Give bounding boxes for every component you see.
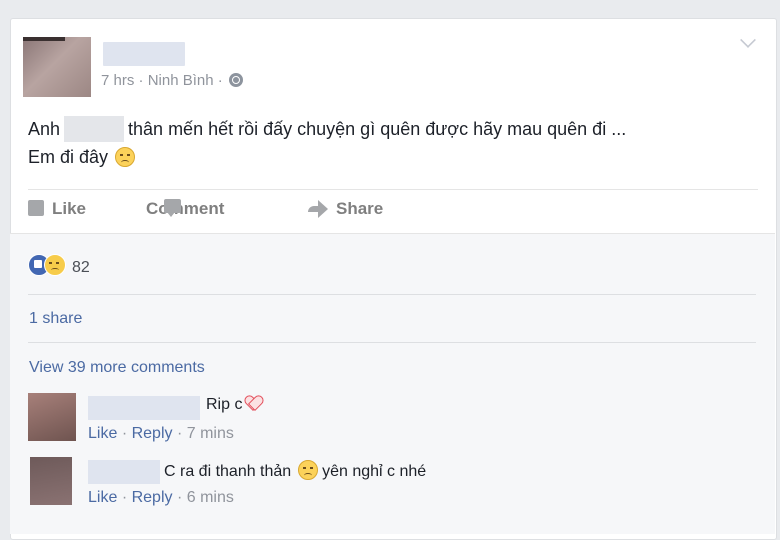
comment-meta: Like · Reply · 6 mins	[88, 489, 234, 506]
meta-separator: ·	[138, 72, 144, 89]
comment-time[interactable]: 6 mins	[187, 489, 234, 506]
comment-text: Rip c	[206, 396, 263, 414]
heart-icon	[245, 396, 263, 412]
post-meta: 7 hrs · Ninh Bình ·	[101, 72, 243, 89]
comment-like-link[interactable]: Like	[88, 489, 117, 506]
comment-button[interactable]: Comment	[146, 199, 224, 219]
commenter-name-redacted[interactable]	[88, 460, 160, 484]
like-label: Like	[52, 199, 87, 218]
sad-face-emoji-icon	[297, 460, 318, 480]
divider	[28, 342, 756, 343]
share-count-link[interactable]: 1 share	[29, 310, 82, 328]
post-text-line2: Em đi đây	[28, 147, 109, 167]
post-time[interactable]: 7 hrs	[101, 72, 134, 89]
chevron-down-icon[interactable]	[740, 32, 756, 48]
meta-separator: ·	[217, 72, 223, 89]
sad-reaction-icon	[44, 254, 66, 276]
share-label: Share	[336, 199, 384, 218]
comment-body: Rip c	[206, 396, 243, 413]
thumbs-up-icon	[28, 200, 44, 216]
commenter-name-redacted[interactable]	[88, 396, 200, 420]
reactions-summary[interactable]: 82	[28, 254, 90, 277]
view-more-comments-link[interactable]: View 39 more comments	[29, 359, 205, 377]
comment-meta: Like · Reply · 7 mins	[88, 425, 234, 442]
commenter-avatar[interactable]	[28, 393, 76, 441]
post-actions: Like Comment Share	[28, 199, 758, 223]
share-arrow-icon	[308, 200, 328, 218]
post-text-line1: thân mến hết rồi đấy chuyện gì quên được…	[128, 119, 627, 139]
comment-body-part2: yên nghỉ c nhé	[322, 463, 427, 480]
comment-label: Comment	[146, 199, 225, 218]
commenter-avatar[interactable]	[30, 457, 72, 505]
reaction-count: 82	[72, 259, 90, 276]
share-button[interactable]: Share	[308, 199, 383, 219]
post-text-prefix: Anh	[28, 119, 61, 139]
author-avatar[interactable]	[23, 37, 91, 97]
globe-icon[interactable]	[228, 73, 243, 87]
comment-reply-link[interactable]: Reply	[132, 425, 173, 442]
comment-like-link[interactable]: Like	[88, 425, 117, 442]
comment-text: C ra đi thanh thản yên nghỉ c nhé	[164, 460, 426, 481]
comment-time[interactable]: 7 mins	[187, 425, 234, 442]
divider	[28, 294, 756, 295]
redacted-name	[64, 116, 125, 142]
author-name-redacted[interactable]	[103, 42, 185, 66]
post-location[interactable]: Ninh Bình	[148, 72, 214, 89]
comment-body-part1: C ra đi thanh thản	[164, 463, 292, 480]
post-body: Anh thân mến hết rồi đấy chuyện gì quên đ…	[28, 115, 626, 171]
post-footer: 82 1 share View 39 more comments Rip c L…	[10, 233, 775, 534]
comment-bubble-icon	[164, 199, 181, 217]
like-button[interactable]: Like	[28, 199, 86, 219]
divider	[28, 189, 758, 190]
sad-face-emoji-icon	[115, 147, 136, 167]
comment-reply-link[interactable]: Reply	[132, 489, 173, 506]
